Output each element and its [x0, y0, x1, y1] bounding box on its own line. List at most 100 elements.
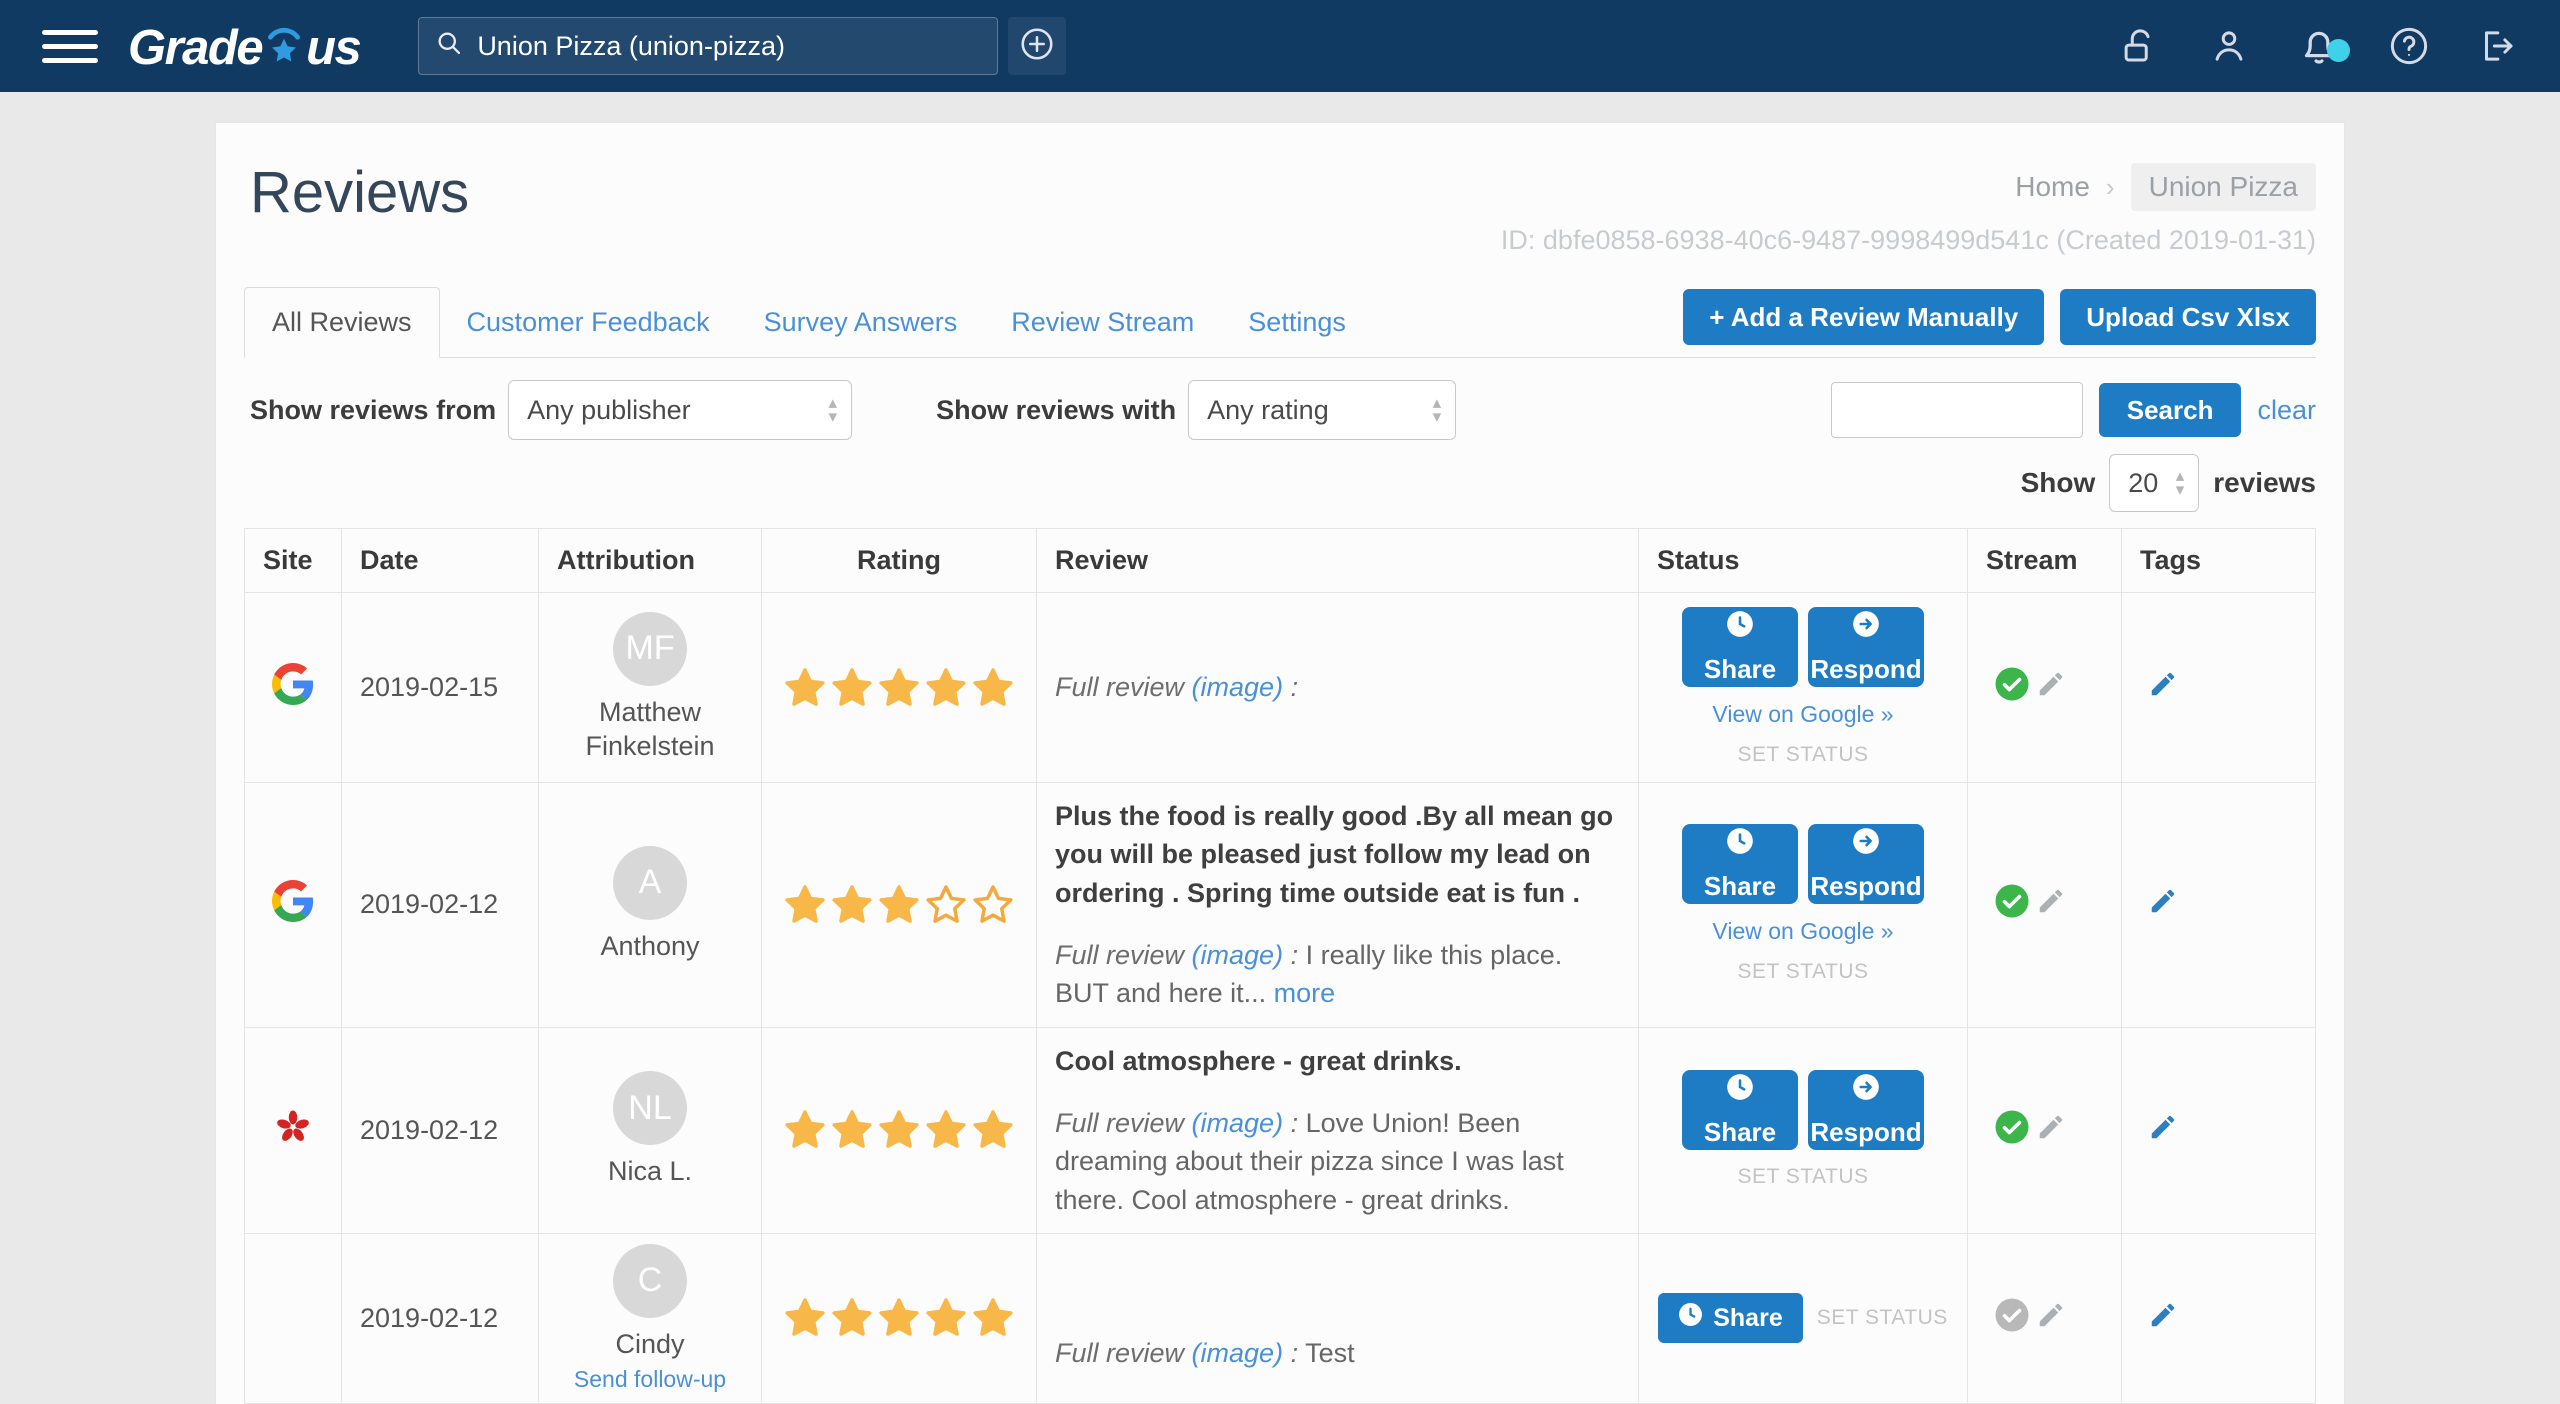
tags-edit-pencil-icon[interactable] — [2148, 1118, 2178, 1148]
share-label: Share — [1704, 654, 1776, 685]
upload-csv-button[interactable]: Upload Csv Xlsx — [2060, 289, 2316, 345]
page-header: Reviews Home › Union Pizza ID: dbfe0858-… — [244, 149, 2316, 261]
view-on-google-link[interactable]: View on Google » — [1657, 918, 1949, 945]
col-header-rating: Rating — [762, 529, 1037, 593]
set-status-link[interactable]: SET STATUS — [1737, 1165, 1868, 1189]
col-header-review: Review — [1037, 529, 1639, 593]
share-button[interactable]: Share — [1682, 1070, 1798, 1150]
review-date: 2019-02-15 — [342, 593, 539, 783]
stream-edit-pencil-icon[interactable] — [2036, 886, 2066, 923]
avatar: MF — [613, 612, 687, 686]
per-page-select[interactable]: 20 ▴▾ — [2109, 454, 2199, 512]
help-icon[interactable] — [2388, 25, 2430, 67]
hamburger-menu-icon[interactable] — [42, 30, 98, 63]
full-review-label: Full review — [1055, 1338, 1184, 1368]
full-review-label: Full review — [1055, 672, 1184, 702]
select-arrows-icon: ▴▾ — [829, 396, 838, 424]
col-header-site: Site — [245, 529, 342, 593]
send-followup-link[interactable]: Send follow-up — [549, 1366, 751, 1393]
full-review-label: Full review — [1055, 940, 1184, 970]
more-link[interactable]: more — [1274, 978, 1336, 1008]
logo-text-grade: Grade — [128, 20, 262, 76]
respond-button[interactable]: Respond — [1808, 607, 1924, 687]
image-link[interactable]: (image) — [1192, 672, 1284, 702]
tab-settings[interactable]: Settings — [1221, 288, 1373, 357]
breadcrumb-current: Union Pizza — [2131, 163, 2316, 211]
logo-text-us: us — [306, 20, 360, 76]
respond-label: Respond — [1810, 871, 1921, 902]
respond-label: Respond — [1810, 1117, 1921, 1148]
respond-button[interactable]: Respond — [1808, 1070, 1924, 1150]
breadcrumb-home-link[interactable]: Home — [2015, 171, 2090, 203]
col-header-date: Date — [342, 529, 539, 593]
publisher-filter-label: Show reviews from — [250, 395, 496, 426]
reviews-label: reviews — [2213, 467, 2316, 499]
share-button[interactable]: Share — [1682, 824, 1798, 904]
logout-icon[interactable] — [2476, 25, 2518, 67]
full-review-label: Full review — [1055, 1108, 1184, 1138]
notifications-bell-icon[interactable] — [2296, 23, 2342, 69]
review-excerpt: Plus the food is really good .By all mea… — [1055, 797, 1620, 912]
respond-label: Respond — [1810, 654, 1921, 685]
publisher-select[interactable]: Any publisher ▴▾ — [508, 380, 852, 440]
publisher-select-value: Any publisher — [527, 395, 691, 426]
global-search-input[interactable]: Union Pizza (union-pizza) — [418, 17, 998, 75]
tab-all-reviews[interactable]: All Reviews — [244, 287, 440, 358]
review-row: 2019-02-12 A Anthony Plus the food is re… — [245, 783, 2316, 1028]
review-search-input[interactable] — [1831, 382, 2083, 438]
review-text-cell: Plus the food is really good .By all mea… — [1037, 783, 1639, 1028]
search-icon — [435, 29, 463, 64]
set-status-link[interactable]: SET STATUS — [1737, 743, 1868, 767]
tab-customer-feedback[interactable]: Customer Feedback — [440, 288, 737, 357]
add-review-manually-button[interactable]: + Add a Review Manually — [1683, 289, 2044, 345]
share-button[interactable]: Share — [1658, 1293, 1802, 1343]
image-link[interactable]: (image) — [1192, 1108, 1284, 1138]
brand-logo[interactable]: Grade us — [128, 16, 360, 76]
avatar: C — [613, 1244, 687, 1318]
reviewer-name: Anthony — [549, 930, 751, 964]
clear-link[interactable]: clear — [2257, 395, 2316, 426]
image-link[interactable]: (image) — [1192, 940, 1284, 970]
stream-edit-pencil-icon[interactable] — [2036, 1300, 2066, 1337]
search-value: Union Pizza (union-pizza) — [477, 31, 785, 62]
profile-id-meta: ID: dbfe0858-6938-40c6-9487-9998499d541c… — [1501, 225, 2316, 256]
page-title: Reviews — [250, 159, 469, 261]
unlock-icon[interactable] — [2120, 25, 2162, 67]
tags-edit-pencil-icon[interactable] — [2148, 1306, 2178, 1336]
user-icon[interactable] — [2208, 25, 2250, 67]
review-tail: Test — [1305, 1338, 1355, 1368]
tags-edit-pencil-icon[interactable] — [2148, 675, 2178, 705]
review-date: 2019-02-12 — [342, 783, 539, 1028]
clock-icon — [1726, 827, 1754, 862]
stream-edit-pencil-icon[interactable] — [2036, 1112, 2066, 1149]
per-page-bar: Show 20 ▴▾ reviews — [244, 454, 2316, 512]
tab-survey-answers[interactable]: Survey Answers — [737, 288, 985, 357]
view-on-google-link[interactable]: View on Google » — [1657, 701, 1949, 728]
colon: : — [1291, 1338, 1299, 1368]
clock-icon — [1726, 1073, 1754, 1108]
stream-disabled-check-icon[interactable] — [1994, 1297, 2030, 1340]
rating-select[interactable]: Any rating ▴▾ — [1188, 380, 1456, 440]
stream-enabled-check-icon[interactable] — [1994, 883, 2030, 926]
search-button[interactable]: Search — [2099, 383, 2242, 437]
clock-icon — [1726, 610, 1754, 645]
stream-enabled-check-icon[interactable] — [1994, 1109, 2030, 1152]
colon: : — [1291, 1108, 1299, 1138]
set-status-link[interactable]: SET STATUS — [1817, 1306, 1948, 1330]
avatar: A — [613, 846, 687, 920]
star-rating — [780, 884, 1018, 926]
add-profile-button[interactable] — [1008, 17, 1066, 75]
stream-edit-pencil-icon[interactable] — [2036, 669, 2066, 706]
arrow-right-circle-icon — [1852, 1073, 1880, 1108]
rating-filter-label: Show reviews with — [936, 395, 1176, 426]
image-link[interactable]: (image) — [1192, 1338, 1284, 1368]
respond-button[interactable]: Respond — [1808, 824, 1924, 904]
set-status-link[interactable]: SET STATUS — [1737, 960, 1868, 984]
tags-edit-pencil-icon[interactable] — [2148, 892, 2178, 922]
col-header-tags: Tags — [2122, 529, 2316, 593]
stream-enabled-check-icon[interactable] — [1994, 666, 2030, 709]
share-button[interactable]: Share — [1682, 607, 1798, 687]
arrow-right-circle-icon — [1852, 827, 1880, 862]
tab-review-stream[interactable]: Review Stream — [984, 288, 1221, 357]
review-excerpt: Cool atmosphere - great drinks. — [1055, 1042, 1620, 1080]
